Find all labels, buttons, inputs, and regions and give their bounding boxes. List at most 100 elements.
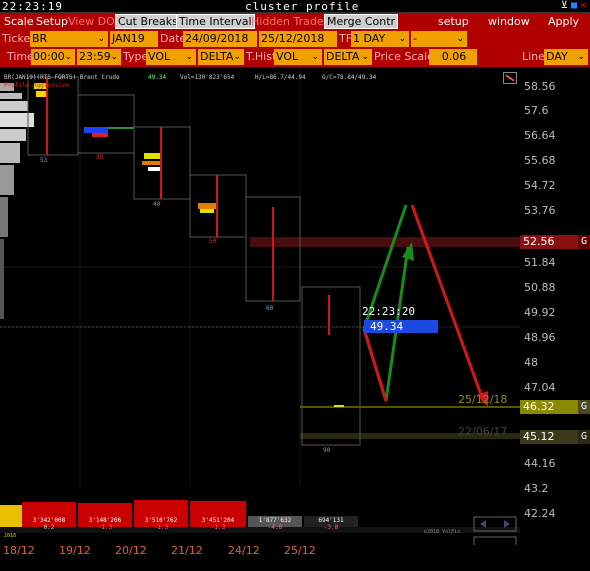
last-price: 49.34 [148, 74, 167, 81]
price-tick: 42.24 [524, 507, 556, 520]
time-to-value: 23:59 [79, 50, 111, 63]
window-title: cluster profile [245, 0, 360, 13]
profile-mode-info: Profile Aggressive [4, 82, 70, 89]
price-scale-field[interactable]: 0.06 [429, 49, 477, 65]
chevron-down-icon: ⌄ [185, 52, 193, 62]
chevron-down-icon: ⌄ [577, 52, 585, 62]
menu-setup[interactable]: Setup [34, 14, 70, 29]
contract-field[interactable]: JAN19 [110, 31, 158, 47]
price-tick: 56.64 [524, 129, 556, 142]
time-row: Time 00:00 ⌄ 23:59 ⌄ Type VOL ⌄ DELTA ⌄ T.Hi… [0, 48, 590, 67]
volume-info: Vol=130'823'654 [180, 74, 235, 81]
price-scale-label: Price Scale [374, 50, 434, 63]
minimize-icon[interactable]: ⊻ [561, 0, 568, 11]
price-tag-dark: 45.12 [520, 430, 578, 444]
type-value: VOL [148, 50, 171, 63]
menu-bar: Scale Setup View DOM Cut Breaks Time Int… [0, 13, 590, 30]
line-select[interactable]: DAY ⌄ [544, 49, 588, 65]
price-tag-g[interactable]: G [578, 430, 590, 444]
chevron-down-icon: ⌄ [361, 52, 369, 62]
close-icon[interactable]: ✕ [580, 0, 586, 11]
chevron-down-icon: ⌄ [64, 52, 72, 62]
price-tag-g[interactable]: G [578, 235, 590, 249]
line-label: Line [522, 50, 545, 63]
type-mode-select[interactable]: DELTA ⌄ [198, 49, 244, 65]
price-tick: 53.76 [524, 204, 556, 217]
resistance-band [250, 237, 520, 247]
cluster-box [77, 94, 135, 154]
date-to-field[interactable]: 25/12/2018 [259, 31, 337, 47]
crosshair-price-tag: 49.34 [364, 320, 438, 333]
thist-mode-value: DELTA [326, 50, 360, 63]
price-tick: 55.68 [524, 154, 556, 167]
tf-extra-select[interactable]: - ⌄ [411, 31, 467, 47]
time-to-field[interactable]: 23:59 ⌄ [77, 49, 121, 65]
date-label: 25/12 [284, 544, 316, 557]
date-label: 18/12 [3, 544, 35, 557]
type-mode-value: DELTA [200, 50, 234, 63]
cluster-number: 40 [153, 201, 161, 208]
maximize-icon[interactable]: ■ [571, 0, 577, 11]
menu-time-interval[interactable]: Time Interval [176, 14, 255, 29]
volume-bar [0, 505, 22, 527]
menu-merge-contr[interactable]: Merge Contr [324, 14, 399, 29]
volume-label: 694'131 -3.8 [304, 517, 358, 531]
menu-hidden-trades[interactable]: Hidden Trades [249, 14, 331, 29]
price-tick: 48.96 [524, 331, 556, 344]
menu-scale[interactable]: Scale [2, 14, 36, 29]
price-tick: 48 [524, 356, 538, 369]
cluster-box [301, 286, 361, 446]
chevron-down-icon: ⌄ [110, 52, 118, 62]
menu-cut-breaks[interactable]: Cut Breaks [115, 14, 181, 29]
cluster-number: 53 [40, 157, 48, 164]
type-select[interactable]: VOL ⌄ [146, 49, 196, 65]
volume-value: 1'877'632 [258, 517, 292, 524]
price-tag-red: 52.56 [520, 235, 578, 249]
chevron-down-icon: ⌄ [233, 52, 241, 62]
volume-histogram [0, 83, 34, 319]
crosshair-price: 49.34 [370, 320, 404, 333]
volume-value: 3'342'008 [32, 517, 66, 524]
chevron-down-icon: ⌄ [311, 52, 319, 62]
time-from-field[interactable]: 00:00 ⌄ [31, 49, 75, 65]
price-tick: 43.2 [524, 482, 549, 495]
chart-canvas[interactable] [0, 67, 520, 545]
date-label: 20/12 [115, 544, 147, 557]
price-tick: 57.6 [524, 104, 549, 117]
volume-label: 3'451'204 -1.3 [190, 517, 246, 531]
window-controls: ⊻ ■ ✕ [558, 0, 586, 11]
price-tick: 51.84 [524, 256, 556, 269]
price-tag-g[interactable]: G [578, 400, 590, 414]
price-tick: 47.04 [524, 381, 556, 394]
date-label: 21/12 [171, 544, 203, 557]
thist-value: VOL [276, 50, 299, 63]
menu-setup-right[interactable]: setup [436, 14, 471, 29]
copyright: ©2018 VolFix [424, 529, 461, 535]
price-tick: 49.92 [524, 306, 556, 319]
price-tick: 50.88 [524, 281, 556, 294]
tf-select[interactable]: 1 DAY ⌄ [351, 31, 409, 47]
clock: 22:23:19 [2, 0, 63, 13]
navigation-controls[interactable] [473, 516, 517, 545]
type-label: Type [123, 50, 149, 63]
cluster-box [133, 126, 191, 200]
volume-delta: -1.3 [153, 524, 169, 531]
thist-select[interactable]: VOL ⌄ [274, 49, 322, 65]
volume-delta: 0.2 [43, 524, 55, 531]
level-label-2: 22/06/17 [458, 425, 508, 438]
thist-mode-select[interactable]: DELTA ⌄ [324, 49, 372, 65]
price-tick: 54.72 [524, 179, 556, 192]
title-bar: 22:23:19 cluster profile ⊻ ■ ✕ [0, 0, 590, 13]
cluster-box [245, 196, 301, 302]
date-from-field[interactable]: 24/09/2018 [183, 31, 257, 47]
ticker-select[interactable]: BR ⌄ [30, 31, 108, 47]
menu-apply[interactable]: Apply [546, 14, 581, 29]
volume-label: 3'148'206 -1.3 [78, 517, 132, 531]
menu-window[interactable]: window [486, 14, 532, 29]
draw-tool-icon[interactable] [503, 72, 517, 84]
crosshair-time: 22:23:20 [362, 305, 415, 318]
ticker-value: BR [32, 32, 48, 45]
date-label: 24/12 [228, 544, 260, 557]
high-low-info: H/L=86.7/44.94 [255, 74, 306, 81]
cluster-number: 90 [323, 447, 331, 454]
